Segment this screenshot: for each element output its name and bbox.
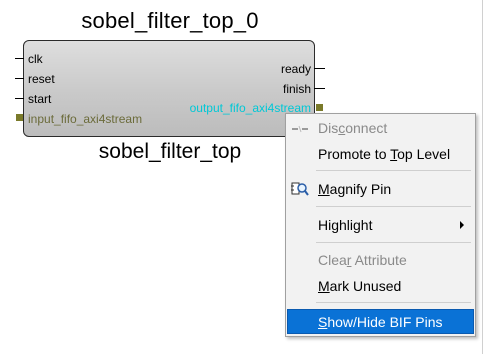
menu-label-mark-unused: Mark Unused [318, 278, 402, 294]
pin-label-finish: finish [282, 82, 311, 96]
pin-output-fifo-axi4stream[interactable] [316, 104, 323, 111]
menu-item-highlight[interactable]: Highlight [287, 213, 474, 237]
menu-label-disconnect: Disconnect [318, 120, 388, 136]
pin-label-clk: clk [28, 52, 43, 66]
menu-separator [316, 242, 471, 243]
menu-item-disconnect[interactable]: Disconnect [287, 116, 474, 140]
pin-label-start: start [28, 92, 52, 106]
menu-item-show-hide-bif-pins[interactable]: Show/Hide BIF Pins [287, 309, 474, 334]
pin-finish[interactable] [314, 88, 325, 89]
disconnect-icon [292, 125, 308, 133]
magnify-pin-icon [291, 182, 309, 196]
menu-separator [316, 170, 471, 171]
pin-start[interactable] [15, 98, 24, 99]
pin-label-ready: ready [280, 62, 311, 76]
menu-label-highlight: Highlight [318, 217, 373, 233]
canvas-border [482, 0, 483, 354]
pin-reset[interactable] [15, 78, 24, 79]
instance-name: sobel_filter_top_0 [81, 8, 259, 33]
submenu-arrow-icon [460, 221, 464, 229]
menu-separator [316, 206, 471, 207]
menu-label-clear-attribute: Clear Attribute [318, 252, 407, 268]
pin-clk[interactable] [15, 58, 24, 59]
menu-item-mark-unused[interactable]: Mark Unused [287, 274, 474, 298]
menu-label-magnify-pin: Magnify Pin [318, 181, 392, 197]
menu-separator [316, 302, 471, 303]
menu-label-show-hide-bif-pins: Show/Hide BIF Pins [318, 314, 443, 330]
ip-block[interactable]: clk reset start input_fifo_axi4stream re… [23, 40, 315, 137]
pin-label-input-fifo-axi4stream: input_fifo_axi4stream [28, 112, 143, 126]
pin-label-reset: reset [28, 72, 55, 86]
menu-item-promote-to-top-level[interactable]: Promote to Top Level [287, 142, 474, 166]
menu-label-promote-to-top-level: Promote to Top Level [318, 146, 451, 162]
menu-item-clear-attribute[interactable]: Clear Attribute [287, 248, 474, 272]
context-menu: Disconnect Promote to Top Level Magnify … [285, 113, 476, 337]
pin-ready[interactable] [314, 68, 325, 69]
menu-item-magnify-pin[interactable]: Magnify Pin [287, 177, 474, 201]
pin-input-fifo-axi4stream[interactable] [16, 114, 23, 121]
